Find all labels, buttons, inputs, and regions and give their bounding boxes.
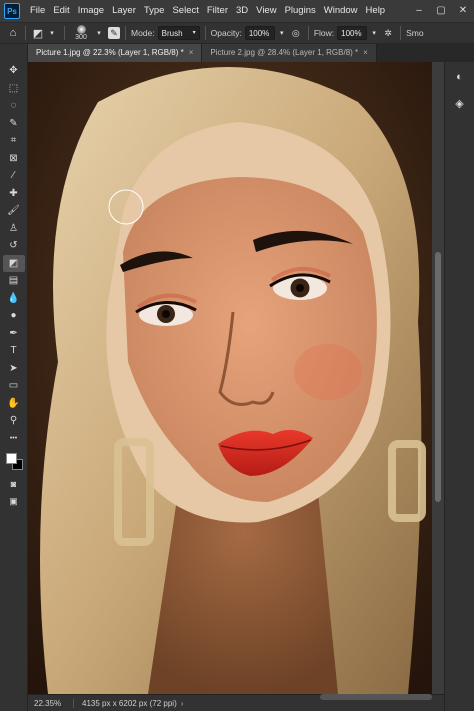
close-icon[interactable]: ×	[189, 48, 194, 57]
divider	[307, 26, 309, 40]
smoothing-label: Smo	[406, 28, 424, 38]
brush-icon[interactable]: 🖌	[3, 202, 25, 220]
tab-picture-1[interactable]: Picture 1.jpg @ 22.3% (Layer 1, RGB/8) *…	[28, 44, 203, 62]
document-tabs: Picture 1.jpg @ 22.3% (Layer 1, RGB/8) *…	[28, 44, 474, 62]
menu-layer[interactable]: Layer	[108, 0, 140, 22]
lasso-icon[interactable]: ◌	[3, 97, 25, 115]
menu-file[interactable]: File	[26, 0, 49, 22]
marquee-icon[interactable]: ⬚	[3, 80, 25, 98]
chevron-down-icon[interactable]: ▾	[92, 29, 106, 37]
tools-panel: ✥ ⬚ ◌ ✎ ⌗ ⊠ ⁄ ✚ 🖌 ♙ ↺ ◩ ▤ 💧 ● ✒ T ➤ ▭ ✋ ⚲ ••• ◙ ▣	[0, 44, 28, 711]
tab-label: Picture 1.jpg @ 22.3% (Layer 1, RGB/8) *	[36, 48, 184, 57]
crop-icon[interactable]: ⌗	[3, 132, 25, 150]
divider	[64, 26, 65, 40]
horizontal-scrollbar-thumb[interactable]	[320, 694, 432, 700]
menu-type[interactable]: Type	[140, 0, 169, 22]
panel-dock: ◐ ◈	[444, 62, 474, 711]
vertical-scrollbar[interactable]	[432, 62, 444, 694]
photoshop-logo-icon: Ps	[4, 3, 20, 19]
close-icon[interactable]: ×	[363, 48, 368, 57]
menu-window[interactable]: Window	[320, 0, 362, 22]
history-brush-icon[interactable]: ↺	[3, 237, 25, 255]
quick-mask-icon[interactable]: ◙	[3, 475, 25, 493]
color-panel-icon[interactable]: ◐	[449, 66, 471, 88]
chevron-down-icon[interactable]: ▾	[367, 29, 381, 37]
screen-mode-icon[interactable]: ▣	[3, 493, 25, 511]
vertical-scrollbar-thumb[interactable]	[435, 252, 441, 502]
eyedropper-icon[interactable]: ⁄	[3, 167, 25, 185]
layers-panel-icon[interactable]: ◈	[449, 92, 471, 114]
flow-value: 100%	[341, 28, 362, 38]
menu-help[interactable]: Help	[362, 0, 390, 22]
menu-view[interactable]: View	[252, 0, 280, 22]
path-select-icon[interactable]: ➤	[3, 360, 25, 378]
more-tools-icon[interactable]: •••	[3, 430, 25, 448]
options-bar: ⌂ ◩ ▾ 300 ▾ ✎ Mode: Brush ▾ Opacity: 100%…	[0, 22, 474, 44]
opacity-value: 100%	[248, 28, 270, 38]
maximize-icon[interactable]: ▢	[430, 0, 452, 22]
healing-brush-icon[interactable]: ✚	[3, 185, 25, 203]
chevron-down-icon: ▾	[192, 29, 196, 36]
flow-label: Flow:	[313, 28, 335, 38]
eraser-preset-icon[interactable]: ◩	[31, 27, 45, 40]
pressure-opacity-icon[interactable]: ◎	[289, 28, 303, 39]
blur-icon[interactable]: 💧	[3, 290, 25, 308]
tab-picture-2[interactable]: Picture 2.jpg @ 28.4% (Layer 1, RGB/8) *…	[202, 44, 377, 62]
flow-field[interactable]: 100%	[337, 26, 368, 40]
home-icon[interactable]: ⌂	[6, 27, 20, 39]
opacity-label: Opacity:	[210, 28, 242, 38]
tab-label: Picture 2.jpg @ 28.4% (Layer 1, RGB/8) *	[210, 48, 359, 57]
rectangle-icon[interactable]: ▭	[3, 377, 25, 395]
status-menu-icon[interactable]: ›	[177, 699, 184, 708]
document-dimensions: 4135 px x 6202 px (72 ppi)	[82, 698, 177, 708]
brush-preset-picker[interactable]: 300	[70, 23, 92, 43]
menu-bar: Ps File Edit Image Layer Type Select Fil…	[0, 0, 474, 22]
frame-icon[interactable]: ⊠	[3, 150, 25, 168]
pen-icon[interactable]: ✒	[3, 325, 25, 343]
brush-size-value: 300	[75, 33, 87, 41]
opacity-field[interactable]: 100%	[244, 26, 275, 40]
mode-value: Brush	[161, 28, 183, 38]
divider	[125, 26, 126, 40]
zoom-icon[interactable]: ⚲	[3, 412, 25, 430]
menu-plugins[interactable]: Plugins	[281, 0, 320, 22]
divider	[204, 26, 206, 40]
move-icon[interactable]: ✥	[3, 62, 25, 80]
mode-select[interactable]: Brush ▾	[157, 26, 200, 40]
photoshop-window: Ps File Edit Image Layer Type Select Fil…	[0, 0, 474, 711]
quick-select-icon[interactable]: ✎	[3, 115, 25, 133]
document-canvas[interactable]	[28, 62, 432, 694]
chevron-down-icon[interactable]: ▾	[45, 29, 59, 37]
menu-filter[interactable]: Filter	[203, 0, 232, 22]
clone-stamp-icon[interactable]: ♙	[3, 220, 25, 238]
window-controls: – ▢ ✕	[408, 0, 474, 22]
menu-3d[interactable]: 3D	[232, 0, 252, 22]
photo-portrait	[28, 62, 432, 694]
airbrush-icon[interactable]: ✲	[381, 28, 395, 39]
hand-icon[interactable]: ✋	[3, 395, 25, 413]
menu-select[interactable]: Select	[168, 0, 202, 22]
gradient-icon[interactable]: ▤	[3, 272, 25, 290]
minimize-icon[interactable]: –	[408, 0, 430, 22]
chevron-down-icon[interactable]: ▾	[275, 29, 289, 37]
color-swatches[interactable]	[3, 451, 25, 475]
brush-tip-icon	[76, 24, 86, 34]
zoom-level[interactable]: 22.35%	[28, 698, 74, 708]
foreground-color-swatch[interactable]	[5, 453, 17, 464]
eraser-icon[interactable]: ◩	[2, 254, 25, 272]
dodge-icon[interactable]: ●	[3, 307, 25, 325]
type-icon[interactable]: T	[3, 342, 25, 360]
close-icon[interactable]: ✕	[452, 0, 474, 22]
brush-settings-icon[interactable]: ✎	[108, 27, 120, 39]
divider	[25, 26, 26, 40]
menu-edit[interactable]: Edit	[49, 0, 73, 22]
mode-label: Mode:	[131, 28, 155, 38]
menu-image[interactable]: Image	[74, 0, 108, 22]
divider	[400, 26, 402, 40]
